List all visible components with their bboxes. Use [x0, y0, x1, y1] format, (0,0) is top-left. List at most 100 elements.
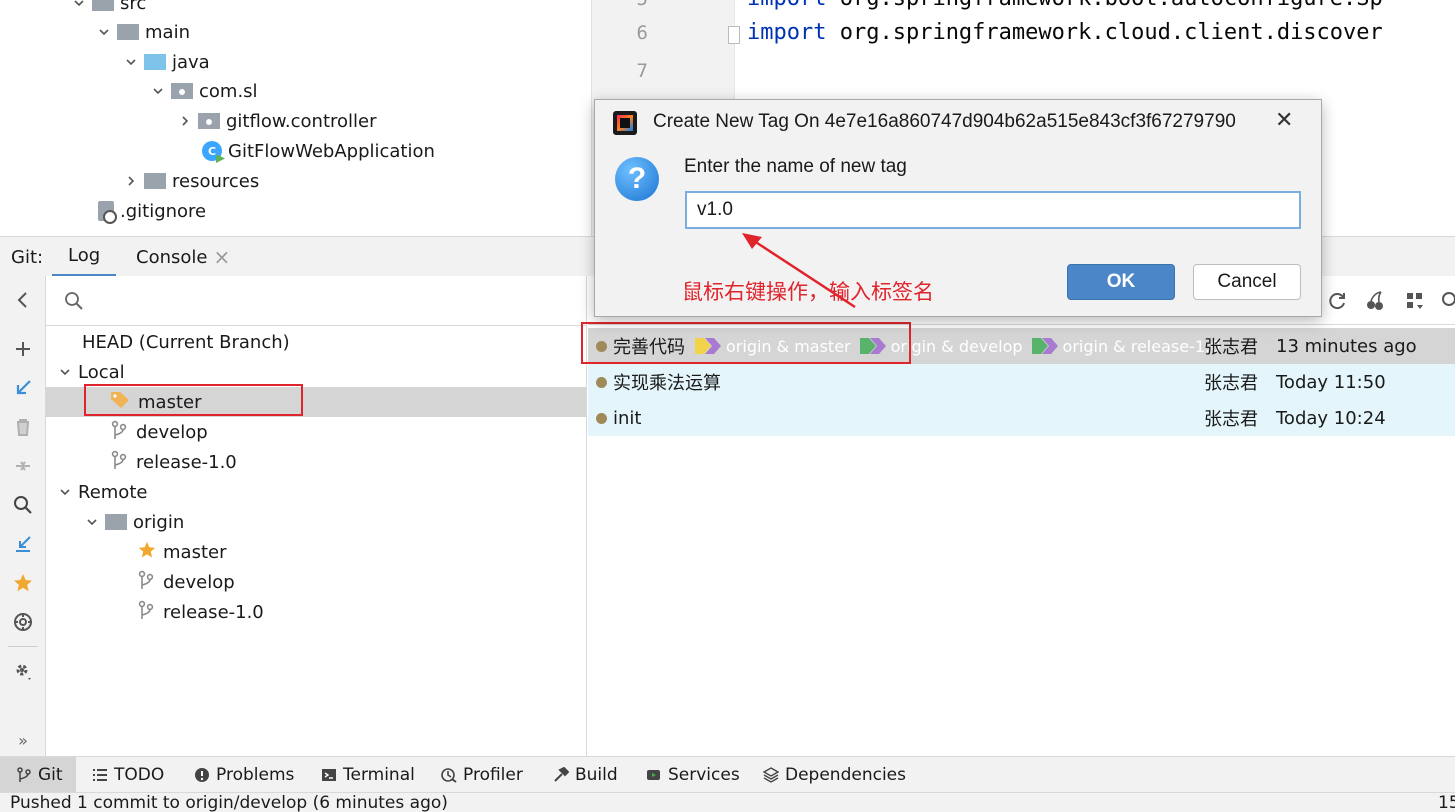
annotation-box-commit: [581, 322, 911, 364]
collapse-icon[interactable]: [11, 288, 35, 312]
source-folder-icon: [144, 54, 166, 70]
tree-item-gitflowwebapplication[interactable]: C GitFlowWebApplication: [202, 136, 435, 166]
tab-log[interactable]: Log: [52, 237, 117, 277]
tool-dependencies[interactable]: Dependencies: [763, 757, 906, 793]
tag-name-input[interactable]: [685, 191, 1301, 229]
branch-label: master: [163, 541, 227, 563]
tool-profiler[interactable]: Profiler: [441, 757, 523, 793]
chevron-down-icon[interactable]: [122, 53, 140, 71]
branch-local-develop[interactable]: develop: [110, 417, 208, 447]
hammer-icon: [554, 767, 569, 782]
terminal-icon: [322, 769, 336, 781]
commit-message: 实现乘法运算: [613, 373, 721, 394]
search-icon[interactable]: [11, 493, 35, 517]
close-icon[interactable]: ✕: [1275, 108, 1293, 133]
tree-item-label: src: [120, 0, 147, 14]
chevron-down-icon[interactable]: [70, 0, 88, 12]
bottom-tool-strip: Git TODO Problems Terminal Profiler Buil…: [0, 756, 1455, 793]
tool-todo[interactable]: TODO: [92, 757, 164, 793]
search-icon[interactable]: [1440, 290, 1455, 317]
project-tree: src main java com.sl gitflow.controller …: [0, 0, 591, 236]
gear-icon[interactable]: [11, 659, 35, 683]
more-chevrons-icon[interactable]: »: [11, 728, 35, 752]
navigate-icon[interactable]: [11, 610, 35, 634]
favorite-star-icon[interactable]: [11, 571, 35, 595]
tree-item-gitflow-controller[interactable]: gitflow.controller: [176, 106, 377, 136]
delete-icon[interactable]: [11, 415, 35, 439]
branch-label: release-1.0: [163, 601, 264, 623]
code-line[interactable]: import org.springframework.boot.autoconf…: [747, 0, 1383, 11]
commit-row[interactable]: init 张志君 Today 10:24: [588, 400, 1455, 436]
branch-remote-release[interactable]: release-1.0: [137, 597, 264, 627]
add-branch-icon[interactable]: [11, 337, 35, 361]
spring-boot-class-icon: C: [202, 141, 222, 161]
branches-panel: HEAD (Current Branch) Local master devel…: [46, 276, 587, 756]
refresh-icon[interactable]: [1326, 290, 1348, 317]
warning-circle-icon: [195, 768, 209, 782]
chevron-right-icon[interactable]: [122, 172, 140, 190]
status-right: 15: [1438, 793, 1455, 812]
branch-local-release[interactable]: release-1.0: [110, 447, 237, 477]
tab-console[interactable]: Console ×: [136, 237, 230, 277]
package-icon: [198, 113, 220, 129]
checkout-icon[interactable]: [11, 376, 35, 400]
dialog-title-bar[interactable]: Create New Tag On 4e7e16a860747d904b62a5…: [595, 100, 1321, 146]
tree-item-resources[interactable]: resources: [122, 166, 259, 196]
chevron-down-icon[interactable]: [83, 513, 101, 531]
tool-problems[interactable]: Problems: [194, 757, 294, 793]
question-icon: ?: [615, 157, 659, 201]
grid-options-icon[interactable]: [1404, 290, 1426, 317]
folder-icon: [105, 514, 127, 530]
chevron-right-icon[interactable]: [176, 112, 194, 130]
tag-icon: [1031, 338, 1058, 354]
branch-head[interactable]: HEAD (Current Branch): [82, 327, 290, 357]
tool-build[interactable]: Build: [553, 757, 618, 793]
tree-item-src[interactable]: src: [70, 0, 146, 18]
tree-item-gitignore[interactable]: .gitignore: [98, 196, 206, 226]
branch-icon: [137, 600, 155, 625]
fold-marker-icon[interactable]: [728, 26, 740, 44]
chevron-down-icon[interactable]: [56, 363, 74, 381]
tree-item-com-sl[interactable]: com.sl: [149, 76, 258, 106]
tool-git[interactable]: Git: [16, 757, 63, 793]
branch-icon: [137, 570, 155, 595]
branch-head-label: HEAD (Current Branch): [82, 331, 290, 353]
branch-group-label: Local: [78, 361, 125, 383]
ignored-file-icon: [98, 201, 117, 224]
branch-remote-develop[interactable]: develop: [137, 567, 235, 597]
git-left-toolbar: »: [0, 276, 46, 756]
compare-icon[interactable]: [11, 454, 35, 478]
resources-folder-icon: [144, 173, 166, 189]
branch-group-remote[interactable]: Remote: [56, 477, 147, 507]
layers-icon: [763, 767, 779, 783]
tree-item-main[interactable]: main: [95, 17, 190, 47]
branch-search[interactable]: [46, 276, 587, 326]
branch-group-local[interactable]: Local: [56, 357, 125, 387]
cherry-pick-icon[interactable]: [1364, 290, 1386, 317]
branch-remote-origin[interactable]: origin: [83, 507, 184, 537]
branch-remote-master[interactable]: master: [137, 537, 226, 567]
commit-node-icon: [596, 413, 607, 424]
commit-author: 张志君: [1204, 373, 1258, 394]
chevron-down-icon[interactable]: [56, 483, 74, 501]
chevron-down-icon[interactable]: [95, 23, 113, 41]
ok-button[interactable]: OK: [1067, 264, 1175, 300]
commit-row[interactable]: 实现乘法运算 张志君 Today 11:50: [588, 364, 1455, 400]
git-tool-prefix: Git:: [11, 246, 44, 268]
tool-terminal[interactable]: Terminal: [321, 757, 415, 793]
tree-item-java[interactable]: java: [122, 47, 210, 77]
folder-icon: [117, 24, 139, 40]
cancel-button[interactable]: Cancel: [1193, 264, 1301, 300]
branch-label: develop: [163, 571, 235, 593]
tool-services[interactable]: Services: [646, 757, 740, 793]
line-number: 7: [636, 60, 648, 82]
update-icon[interactable]: [11, 532, 35, 556]
branch-search-input[interactable]: [92, 286, 572, 316]
annotation-arrow-icon: [742, 233, 856, 309]
code-line[interactable]: import org.springframework.cloud.client.…: [747, 20, 1383, 45]
favorite-star-icon: [137, 540, 157, 565]
close-icon[interactable]: ×: [213, 245, 230, 269]
commit-date: Today 10:24: [1276, 407, 1386, 429]
chevron-down-icon[interactable]: [149, 82, 167, 100]
status-message: Pushed 1 commit to origin/develop (6 min…: [10, 793, 448, 812]
